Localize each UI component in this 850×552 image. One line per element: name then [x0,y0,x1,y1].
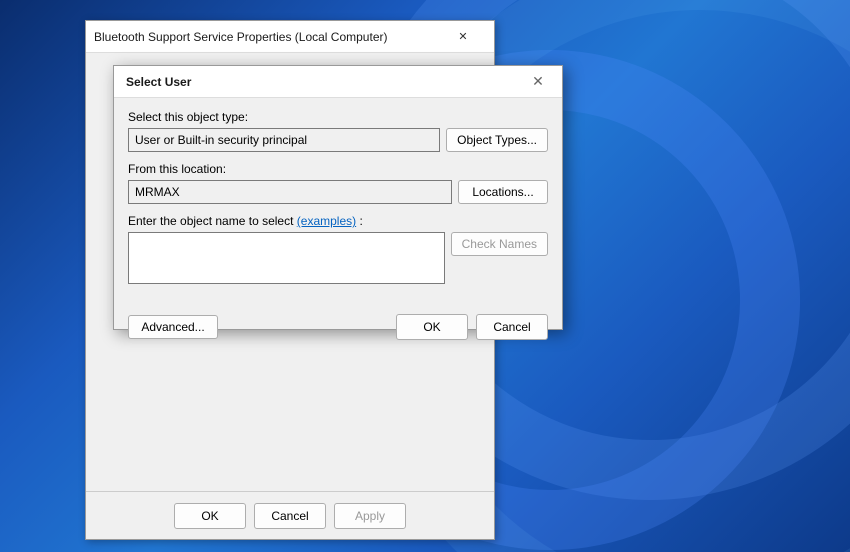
location-group: From this location: Locations... [128,162,548,204]
bluetooth-apply-button[interactable]: Apply [334,503,406,529]
object-type-input[interactable] [128,128,440,152]
select-user-footer: Advanced... OK Cancel [114,306,562,340]
bluetooth-window-titlebar: Bluetooth Support Service Properties (Lo… [86,21,494,53]
bluetooth-ok-button[interactable]: OK [174,503,246,529]
object-type-row: Object Types... [128,128,548,152]
select-user-close-button[interactable]: ✕ [526,70,550,94]
bluetooth-window-close-button[interactable]: ✕ [440,21,486,53]
bluetooth-window-footer: OK Cancel Apply [86,491,494,539]
object-name-label: Enter the object name to select (example… [128,214,548,228]
object-name-label-text: Enter the object name to select [128,214,293,228]
select-user-cancel-button[interactable]: Cancel [476,314,548,340]
object-type-group: Select this object type: Object Types... [128,110,548,152]
object-name-group: Enter the object name to select (example… [128,214,548,284]
select-user-titlebar: Select User ✕ [114,66,562,98]
bluetooth-cancel-button[interactable]: Cancel [254,503,326,529]
advanced-button[interactable]: Advanced... [128,315,218,339]
object-name-textarea[interactable] [128,232,445,284]
object-type-label: Select this object type: [128,110,548,124]
select-user-dialog: Select User ✕ Select this object type: O… [113,65,563,330]
bluetooth-window-controls: ✕ [440,21,486,53]
examples-link[interactable]: (examples) [297,214,356,228]
location-input[interactable] [128,180,452,204]
bluetooth-window-title: Bluetooth Support Service Properties (Lo… [94,30,387,44]
location-label: From this location: [128,162,548,176]
locations-button[interactable]: Locations... [458,180,548,204]
colon2: : [359,214,362,228]
location-row: Locations... [128,180,548,204]
select-user-ok-button[interactable]: OK [396,314,468,340]
select-user-body: Select this object type: Object Types...… [114,98,562,306]
select-user-title: Select User [126,75,191,89]
object-name-area-row: Check Names [128,232,548,284]
footer-right-buttons: OK Cancel [396,314,548,340]
check-names-button[interactable]: Check Names [451,232,548,256]
object-types-button[interactable]: Object Types... [446,128,548,152]
